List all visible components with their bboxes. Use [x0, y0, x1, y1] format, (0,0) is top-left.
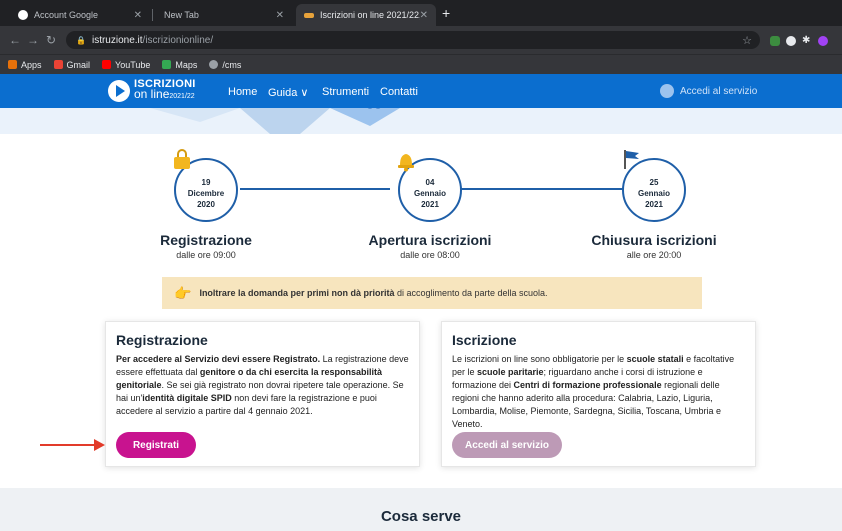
card-title: Registrazione	[116, 332, 208, 348]
bookmark-youtube[interactable]: YouTube	[102, 60, 150, 70]
close-icon[interactable]: ✕	[420, 10, 428, 21]
logo-year: 2021/22	[169, 93, 195, 100]
bookmark-apps[interactable]: Apps	[8, 60, 42, 70]
date-year: 2021	[645, 199, 663, 209]
profile-avatar[interactable]	[818, 36, 828, 46]
timeline-title-3: Chiusura iscrizioni	[591, 232, 717, 248]
maps-icon	[162, 60, 172, 69]
nav-home[interactable]: Home	[228, 86, 257, 98]
timeline-connector	[456, 188, 628, 190]
section-title: Cosa serve	[380, 508, 462, 525]
grid-icon	[8, 60, 17, 69]
bookmarks-bar: Apps Gmail YouTube Maps /cms	[0, 54, 842, 74]
date-month: Dicembre	[187, 188, 225, 198]
url-path: /iscrizionionline/	[142, 34, 214, 46]
nav-contatti[interactable]: Contatti	[380, 86, 418, 98]
tab-title: New Tab	[164, 10, 199, 20]
hero-illustration	[150, 108, 400, 134]
timeline-title-1: Registrazione	[160, 232, 252, 248]
nav-strumenti[interactable]: Strumenti	[322, 86, 369, 98]
date-year: 2021	[421, 199, 439, 209]
card-text: Le iscrizioni on line sono obbligatorie …	[452, 354, 735, 429]
priority-notice: 👉 Inoltrare la domanda per primi non dà …	[162, 277, 702, 309]
card-title: Iscrizione	[452, 332, 517, 348]
user-icon	[660, 84, 674, 98]
register-button[interactable]: Registrati	[116, 432, 196, 458]
bell-icon	[396, 150, 416, 177]
lock-icon: 🔒	[76, 35, 86, 45]
login-label: Accedi al servizio	[680, 85, 758, 97]
new-tab-button[interactable]: +	[442, 6, 450, 20]
timeline-connector	[240, 188, 390, 190]
tab-title: Account Google	[34, 10, 99, 20]
date-month: Gennaio	[637, 188, 670, 198]
notice-text: di accoglimento da parte della scuola.	[394, 288, 548, 298]
date-year: 2020	[197, 199, 215, 209]
google-icon	[18, 10, 28, 20]
tab-title: Iscrizioni on line 2021/22, Mini:	[320, 10, 420, 20]
bookmark-label: Apps	[21, 59, 42, 70]
browser-tab-bar: Account Google ✕ New Tab ✕ Iscrizioni on…	[0, 0, 842, 26]
globe-icon	[209, 60, 219, 69]
date-month: Gennaio	[413, 188, 446, 198]
tab-account-google[interactable]: Account Google ✕	[10, 4, 150, 26]
url-host: istruzione.it	[91, 34, 143, 46]
bookmark-cms[interactable]: /cms	[209, 60, 241, 70]
site-favicon-icon	[304, 12, 314, 18]
timeline-sub-2: dalle ore 08:00	[400, 250, 460, 260]
lock-icon	[172, 148, 192, 175]
back-icon[interactable]: ←	[6, 33, 24, 47]
close-icon[interactable]: ✕	[276, 10, 284, 21]
play-logo-icon	[108, 79, 130, 102]
gmail-icon	[53, 60, 63, 69]
address-bar[interactable]: 🔒 istruzione.it /iscrizionionline/ ☆	[66, 31, 760, 49]
registration-card: Registrazione Per accedere al Servizio d…	[105, 321, 420, 467]
arrow-head-icon	[94, 439, 105, 451]
tab-new-tab[interactable]: New Tab ✕	[156, 4, 292, 26]
annotation-arrow	[40, 444, 95, 446]
card-text: Per accedere al Servizio devi essere Reg…	[116, 354, 409, 416]
puzzle-icon[interactable]: ✱	[802, 36, 812, 46]
date-day: 25	[649, 177, 659, 187]
pointing-hand-icon: 👉	[174, 284, 192, 301]
extension-icon[interactable]	[786, 36, 796, 46]
tab-iscrizioni[interactable]: Iscrizioni on line 2021/22, Mini: ✕	[296, 4, 436, 26]
star-icon[interactable]: ☆	[742, 34, 752, 47]
date-day: 19	[201, 177, 211, 187]
bookmark-maps[interactable]: Maps	[162, 60, 197, 70]
reload-icon[interactable]: ↻	[42, 33, 60, 47]
enrollment-card: Iscrizione Le iscrizioni on line sono ob…	[441, 321, 756, 467]
bookmark-label: /cms	[222, 59, 242, 70]
timeline-sub-3: alle ore 20:00	[626, 250, 682, 260]
bookmark-label: Maps	[175, 59, 198, 70]
youtube-icon	[102, 60, 112, 69]
close-icon[interactable]: ✕	[134, 10, 142, 21]
nav-guida[interactable]: Guida ∨	[268, 86, 308, 99]
timeline-title-2: Apertura iscrizioni	[368, 232, 492, 248]
login-link[interactable]: Accedi al servizio	[660, 84, 757, 98]
hero-banner	[0, 108, 842, 134]
notice-bold: Inoltrare la domanda per primi non dà pr…	[199, 288, 395, 298]
forward-icon[interactable]: →	[24, 33, 42, 47]
logo-line2: on line	[134, 87, 170, 101]
flag-icon	[622, 148, 642, 175]
site-logo[interactable]: ISCRIZIONI on line2021/22	[108, 79, 196, 102]
extension-icon[interactable]	[770, 36, 780, 46]
bookmark-gmail[interactable]: Gmail	[53, 59, 91, 70]
timeline-sub-1: dalle ore 09:00	[176, 250, 236, 260]
bookmark-label: YouTube	[115, 59, 151, 70]
bookmark-label: Gmail	[66, 59, 91, 70]
date-day: 04	[425, 177, 435, 187]
access-service-button[interactable]: Accedi al servizio	[452, 432, 562, 458]
